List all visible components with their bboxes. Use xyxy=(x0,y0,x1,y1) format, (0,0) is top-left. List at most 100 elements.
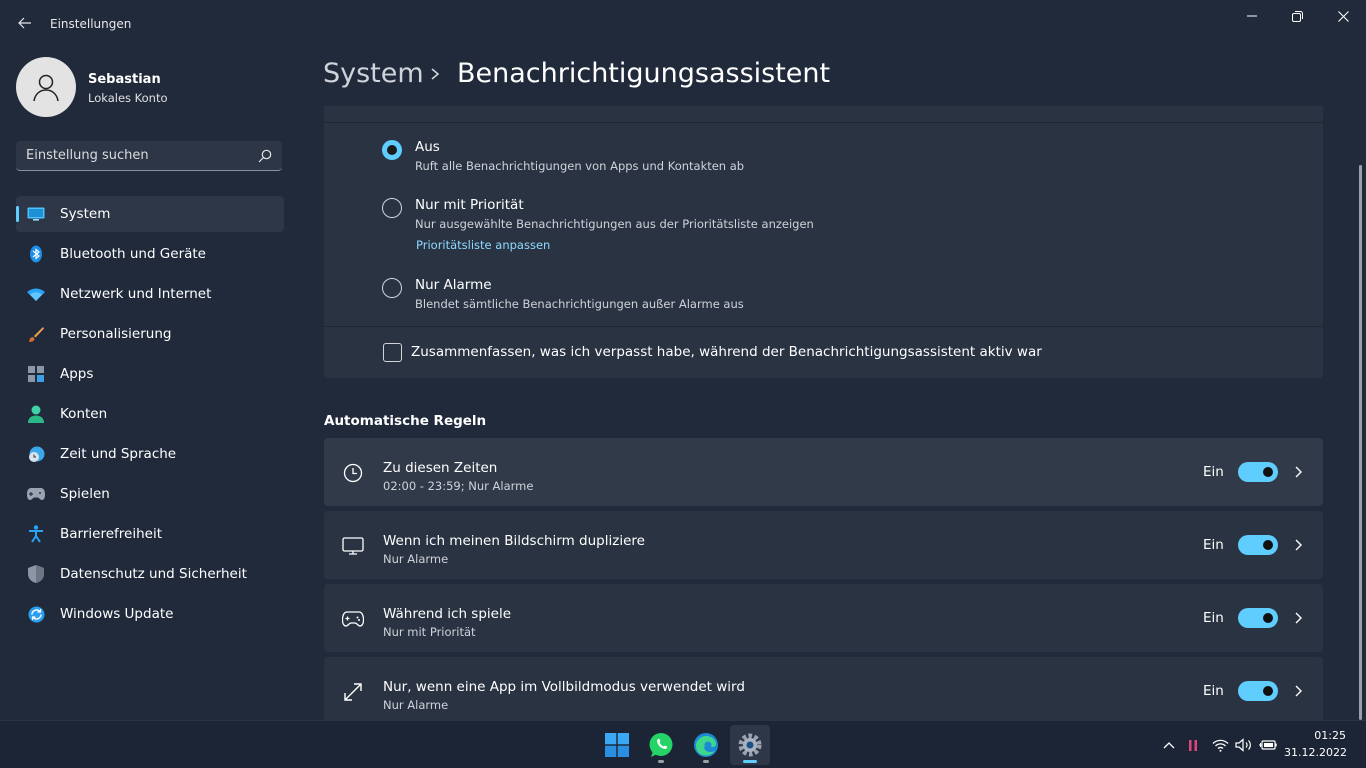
taskbar-app-whatsapp[interactable] xyxy=(641,725,681,765)
rule-subtitle: Nur mit Priorität xyxy=(383,625,476,639)
back-arrow-icon xyxy=(18,17,31,29)
battery-charging-icon xyxy=(1259,740,1277,750)
minimize-button[interactable] xyxy=(1229,4,1275,28)
sidebar-item-label: Personalisierung xyxy=(60,326,172,342)
minimize-icon xyxy=(1247,15,1257,17)
sidebar-item-gaming[interactable]: Spielen xyxy=(16,476,284,512)
rule-toggle[interactable] xyxy=(1238,681,1278,701)
chevron-up-icon xyxy=(1163,742,1175,749)
rule-title: Zu diesen Zeiten xyxy=(383,460,498,476)
option-title: Aus xyxy=(415,139,440,155)
wifi-icon xyxy=(27,285,45,303)
bluetooth-icon xyxy=(27,245,45,263)
whatsapp-icon xyxy=(649,733,673,757)
radio-priority-only[interactable] xyxy=(382,198,402,218)
person-icon xyxy=(33,74,59,102)
fullscreen-icon xyxy=(342,681,364,703)
clock-time[interactable]: 01:25 xyxy=(1292,729,1346,742)
sidebar-item-accessibility[interactable]: Barrierefreiheit xyxy=(16,516,284,552)
sidebar-item-privacy[interactable]: Datenschutz und Sicherheit xyxy=(16,556,284,592)
option-description: Ruft alle Benachrichtigungen von Apps un… xyxy=(415,159,745,173)
breadcrumb-parent[interactable]: System xyxy=(323,58,424,89)
close-icon xyxy=(1337,10,1349,22)
search-input[interactable] xyxy=(16,141,246,170)
rule-toggle[interactable] xyxy=(1238,608,1278,628)
taskbar-app-settings[interactable] xyxy=(730,725,770,765)
radio-alarms-only[interactable] xyxy=(382,278,402,298)
sidebar-item-bluetooth[interactable]: Bluetooth und Geräte xyxy=(16,236,284,272)
rule-fullscreen-app[interactable]: Nur, wenn eine App im Vollbildmodus verw… xyxy=(324,657,1323,720)
app-title: Einstellungen xyxy=(50,17,132,31)
back-button[interactable] xyxy=(14,12,36,34)
brush-icon xyxy=(27,325,45,343)
account-type: Lokales Konto xyxy=(88,91,168,105)
summary-checkbox[interactable] xyxy=(383,343,402,362)
sidebar-item-windows-update[interactable]: Windows Update xyxy=(16,596,284,632)
active-indicator xyxy=(743,760,757,763)
clock-date[interactable]: 31.12.2022 xyxy=(1284,746,1347,759)
tray-volume[interactable] xyxy=(1235,737,1253,753)
person-icon xyxy=(27,405,45,423)
sidebar-item-label: Spielen xyxy=(60,486,110,502)
rule-toggle[interactable] xyxy=(1238,462,1278,482)
title-bar: Einstellungen xyxy=(0,0,1366,48)
tray-overflow-button[interactable] xyxy=(1160,737,1178,753)
running-indicator xyxy=(658,760,664,763)
sidebar-item-time-language[interactable]: Zeit und Sprache xyxy=(16,436,284,472)
start-button[interactable] xyxy=(597,725,637,765)
monitor-icon xyxy=(27,205,45,223)
page-title: Benachrichtigungsassistent xyxy=(457,58,831,89)
search-icon[interactable] xyxy=(258,149,272,163)
customize-priority-list-link[interactable]: Prioritätsliste anpassen xyxy=(416,238,550,252)
sidebar-item-personalization[interactable]: Personalisierung xyxy=(16,316,284,352)
volume-icon xyxy=(1235,738,1251,752)
close-button[interactable] xyxy=(1320,4,1366,28)
tray-battery[interactable] xyxy=(1259,737,1277,753)
shield-icon xyxy=(27,565,45,583)
toggle-state-label: Ein xyxy=(1203,464,1224,480)
focus-assist-card: Aus Ruft alle Benachrichtigungen von App… xyxy=(324,106,1323,378)
tray-app-pause[interactable] xyxy=(1184,737,1202,753)
clock-icon xyxy=(342,462,364,484)
sidebar-item-label: System xyxy=(60,206,111,222)
option-title: Nur Alarme xyxy=(415,277,492,293)
user-name: Sebastian xyxy=(88,72,161,87)
divider xyxy=(324,326,1323,327)
option-title: Nur mit Priorität xyxy=(415,197,524,213)
scrollbar[interactable] xyxy=(1359,165,1362,720)
display-icon xyxy=(342,535,364,557)
radio-off[interactable] xyxy=(382,140,402,160)
rule-subtitle: Nur Alarme xyxy=(383,698,449,712)
rule-subtitle: Nur Alarme xyxy=(383,552,449,566)
sidebar-item-label: Datenschutz und Sicherheit xyxy=(60,566,247,582)
tray-network[interactable] xyxy=(1211,737,1229,753)
rule-title: Nur, wenn eine App im Vollbildmodus verw… xyxy=(383,679,745,695)
taskbar-app-edge[interactable] xyxy=(686,725,726,765)
rule-at-these-times[interactable]: Zu diesen Zeiten 02:00 - 23:59; Nur Alar… xyxy=(324,438,1323,506)
restore-button[interactable] xyxy=(1274,4,1320,28)
sidebar-item-accounts[interactable]: Konten xyxy=(16,396,284,432)
divider xyxy=(324,122,1323,123)
rule-while-gaming[interactable]: Während ich spiele Nur mit Priorität Ein xyxy=(324,584,1323,652)
windows-start-icon xyxy=(605,733,629,757)
accessibility-icon xyxy=(27,525,45,543)
rule-duplicating-display[interactable]: Wenn ich meinen Bildschirm dupliziere Nu… xyxy=(324,511,1323,579)
sidebar-item-label: Bluetooth und Geräte xyxy=(60,246,206,262)
sidebar-item-label: Apps xyxy=(60,366,94,382)
content-scroll-area[interactable]: Aus Ruft alle Benachrichtigungen von App… xyxy=(324,106,1324,720)
sidebar-item-label: Netzwerk und Internet xyxy=(60,286,212,302)
pause-icon xyxy=(1189,739,1197,751)
sidebar-item-system[interactable]: System xyxy=(16,196,284,232)
rule-toggle[interactable] xyxy=(1238,535,1278,555)
settings-search xyxy=(16,141,282,171)
rule-subtitle: 02:00 - 23:59; Nur Alarme xyxy=(383,479,534,493)
sidebar-item-label: Zeit und Sprache xyxy=(60,446,177,462)
avatar[interactable] xyxy=(16,57,76,117)
restore-icon xyxy=(1291,10,1303,22)
option-description: Blendet sämtliche Benachrichtigungen auß… xyxy=(415,297,744,311)
sidebar-item-network[interactable]: Netzwerk und Internet xyxy=(16,276,284,312)
toggle-state-label: Ein xyxy=(1203,610,1224,626)
sidebar-item-apps[interactable]: Apps xyxy=(16,356,284,392)
settings-window: Einstellungen Sebastian Lokales Konto Sy… xyxy=(0,0,1366,720)
apps-icon xyxy=(27,365,45,383)
